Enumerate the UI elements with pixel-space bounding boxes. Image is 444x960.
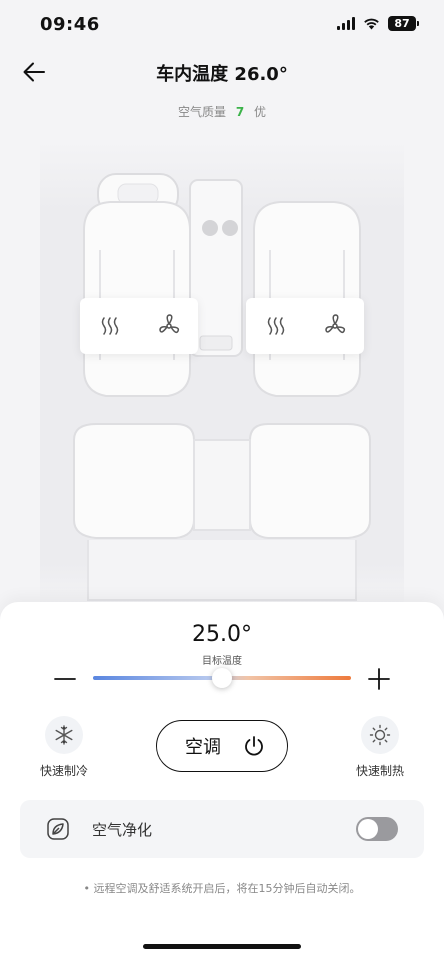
temperature-slider-thumb[interactable] [212, 668, 232, 688]
cellular-signal-icon [337, 17, 355, 30]
home-indicator [143, 944, 301, 949]
air-quality-value: 7 [235, 105, 245, 119]
seat-ventilation-icon [158, 314, 179, 334]
quick-cool-label: 快速制冷 [39, 764, 88, 778]
page-title: 车内温度 26.0° [156, 64, 288, 85]
seat-ventilation-icon [324, 314, 345, 334]
seat-heat-icon [267, 317, 284, 335]
ac-label: 空调 [185, 737, 221, 758]
plus-icon [368, 668, 390, 690]
status-icons: 87 [337, 16, 419, 31]
status-bar: 09:46 87 [0, 0, 444, 50]
toggle-knob [358, 819, 378, 839]
auto-off-note: • 远程空调及舒适系统开启后，将在15分钟后自动关闭。 [83, 882, 361, 895]
quick-cool-button[interactable]: 快速制冷 [24, 716, 104, 779]
air-quality: 空气质量 7 优 [0, 103, 444, 120]
front-left-seat-ventilation-button[interactable] [152, 309, 186, 343]
quick-heat-label: 快速制热 [355, 764, 404, 778]
wifi-icon [364, 18, 379, 30]
ac-power-button[interactable]: 空调 [156, 720, 288, 772]
air-quality-label: 空气质量 [177, 105, 226, 119]
minus-icon [54, 678, 76, 680]
car-interior-view [0, 140, 444, 610]
front-right-seat-controls [246, 298, 364, 354]
quick-heat-icon-wrap [361, 716, 399, 754]
climate-control-sheet: 25.0° 目标温度 快速制冷 空调 快速制热 空气净化 • 远程空调及舒适系统… [0, 602, 444, 960]
sun-icon [369, 724, 391, 746]
target-temperature: 25.0° [192, 622, 252, 647]
air-quality-rating: 优 [254, 105, 267, 119]
decrease-temperature-button[interactable] [52, 666, 78, 692]
quick-heat-button[interactable]: 快速制热 [340, 716, 420, 779]
snowflake-icon [55, 725, 73, 745]
quick-cool-icon-wrap [45, 716, 83, 754]
air-purify-row: 空气净化 [20, 800, 424, 858]
front-left-seat-controls [80, 298, 198, 354]
front-right-seat-heat-button[interactable] [259, 309, 293, 343]
increase-temperature-button[interactable] [366, 666, 392, 692]
front-right-seat-ventilation-button[interactable] [318, 309, 352, 343]
leaf-icon [47, 818, 69, 840]
battery-indicator: 87 [388, 16, 419, 31]
car-interior-illustration [40, 140, 404, 610]
status-time: 09:46 [40, 14, 100, 35]
air-purify-toggle[interactable] [356, 817, 398, 841]
air-purify-label: 空气净化 [92, 821, 153, 839]
seat-heat-icon [101, 317, 118, 335]
target-temperature-label: 目标温度 [202, 656, 242, 667]
front-left-seat-heat-button[interactable] [93, 309, 127, 343]
power-icon [245, 736, 263, 756]
